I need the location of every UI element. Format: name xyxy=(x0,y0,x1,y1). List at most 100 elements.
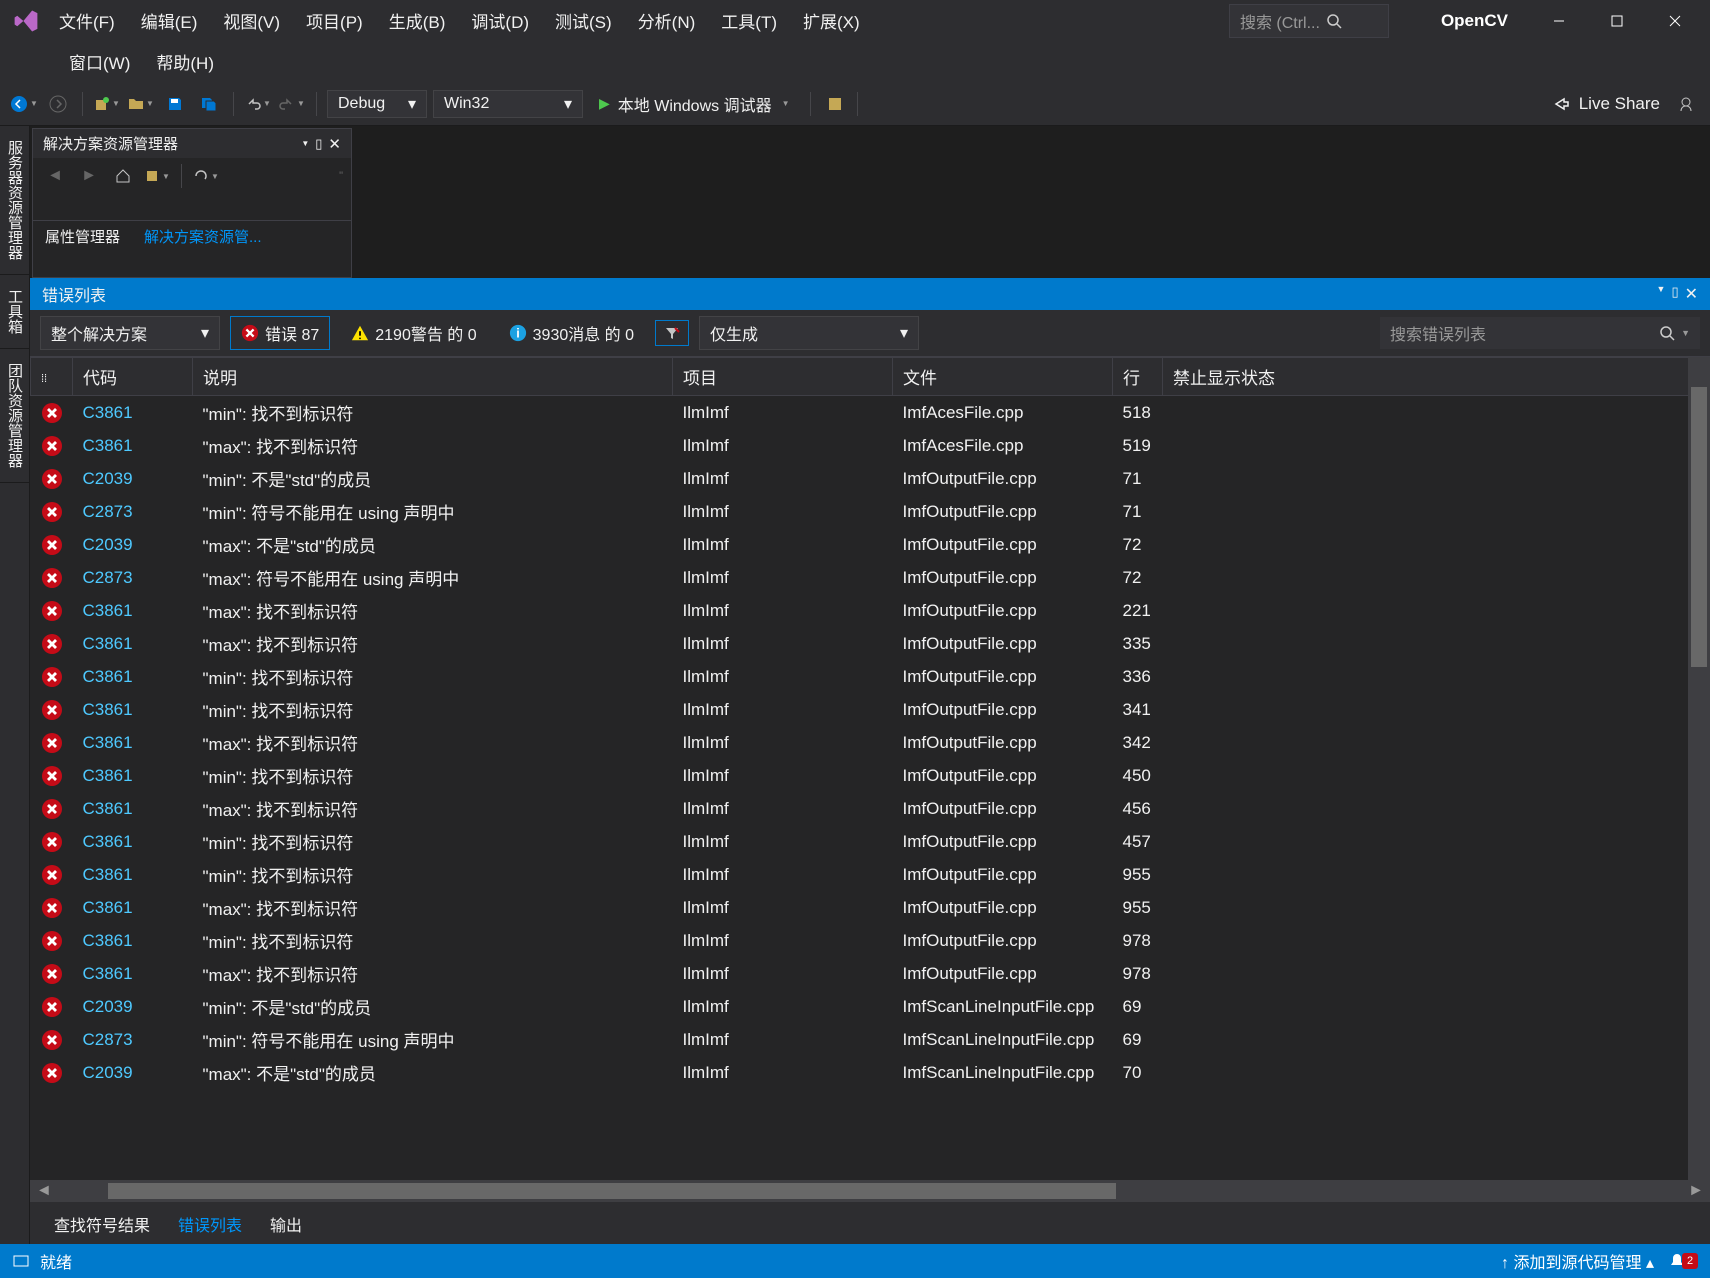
open-file-button[interactable]: ▼ xyxy=(127,90,155,118)
tab-error-list[interactable]: 错误列表 xyxy=(164,1206,256,1244)
error-code[interactable]: C3861 xyxy=(73,891,193,924)
se-forward-button[interactable]: ► xyxy=(75,162,103,190)
start-debugging-button[interactable]: ▶ 本地 Windows 调试器 ▼ xyxy=(589,89,800,119)
error-row[interactable]: C3861"min": 找不到标识符IlmImfImfOutputFile.cp… xyxy=(31,660,1710,693)
configuration-dropdown[interactable]: Debug▾ xyxy=(327,90,427,118)
horizontal-scrollbar[interactable]: ◄ ► xyxy=(30,1180,1710,1202)
menu-item[interactable]: 视图(V) xyxy=(210,2,293,39)
error-row[interactable]: C3861"max": 找不到标识符IlmImfImfOutputFile.cp… xyxy=(31,594,1710,627)
dropdown-icon[interactable]: ▼ xyxy=(1657,284,1666,304)
error-row[interactable]: C2873"min": 符号不能用在 using 声明中IlmImfImfOut… xyxy=(31,495,1710,528)
error-row[interactable]: C3861"min": 找不到标识符IlmImfImfOutputFile.cp… xyxy=(31,858,1710,891)
messages-filter-button[interactable]: i 3930消息 的 0 xyxy=(498,316,645,350)
errors-filter-button[interactable]: 错误 87 xyxy=(230,316,330,350)
global-search-input[interactable]: 搜索 (Ctrl... xyxy=(1229,4,1389,38)
error-code[interactable]: C2039 xyxy=(73,990,193,1023)
error-row[interactable]: C2873"max": 符号不能用在 using 声明中IlmImfImfOut… xyxy=(31,561,1710,594)
close-button[interactable] xyxy=(1646,3,1704,39)
error-row[interactable]: C3861"min": 找不到标识符IlmImfImfOutputFile.cp… xyxy=(31,759,1710,792)
error-code[interactable]: C3861 xyxy=(73,726,193,759)
close-icon[interactable]: ✕ xyxy=(328,135,341,153)
error-code[interactable]: C3861 xyxy=(73,429,193,462)
tab-solution-explorer[interactable]: 解决方案资源管... xyxy=(132,221,274,252)
save-button[interactable] xyxy=(161,90,189,118)
platform-dropdown[interactable]: Win32▾ xyxy=(433,90,583,118)
menu-item[interactable]: 项目(P) xyxy=(293,2,376,39)
col-code[interactable]: 代码 xyxy=(73,358,193,396)
error-row[interactable]: C2039"min": 不是"std"的成员IlmImfImfOutputFil… xyxy=(31,462,1710,495)
error-code[interactable]: C3861 xyxy=(73,957,193,990)
error-code[interactable]: C3861 xyxy=(73,396,193,430)
menu-item[interactable]: 编辑(E) xyxy=(128,2,211,39)
toolbox-button[interactable] xyxy=(821,90,849,118)
menu-item[interactable]: 测试(S) xyxy=(542,2,625,39)
close-icon[interactable]: ✕ xyxy=(1685,284,1698,304)
menu-item[interactable]: 工具(T) xyxy=(708,2,790,39)
maximize-button[interactable] xyxy=(1588,3,1646,39)
error-code[interactable]: C2873 xyxy=(73,495,193,528)
error-row[interactable]: C3861"min": 找不到标识符IlmImfImfOutputFile.cp… xyxy=(31,693,1710,726)
error-code[interactable]: C2873 xyxy=(73,561,193,594)
error-row[interactable]: C2873"min": 符号不能用在 using 声明中IlmImfImfSca… xyxy=(31,1023,1710,1056)
error-code[interactable]: C3861 xyxy=(73,660,193,693)
error-code[interactable]: C3861 xyxy=(73,792,193,825)
menu-item[interactable]: 调试(D) xyxy=(458,2,542,39)
error-code[interactable]: C3861 xyxy=(73,759,193,792)
error-row[interactable]: C2039"max": 不是"std"的成员IlmImfImfScanLineI… xyxy=(31,1056,1710,1089)
sidebar-tab[interactable]: 团队资源管理器 xyxy=(0,349,29,483)
solution-explorer-header[interactable]: 解决方案资源管理器 ▼ ▯ ✕ xyxy=(33,129,351,158)
col-line[interactable]: 行 xyxy=(1113,358,1163,396)
se-sync-button[interactable]: ▼ xyxy=(143,162,171,190)
error-row[interactable]: C3861"min": 找不到标识符IlmImfImfAcesFile.cpp5… xyxy=(31,396,1710,430)
new-project-button[interactable]: ▼ xyxy=(93,90,121,118)
error-code[interactable]: C3861 xyxy=(73,627,193,660)
undo-button[interactable]: ▼ xyxy=(244,90,272,118)
error-code[interactable]: C3861 xyxy=(73,858,193,891)
error-code[interactable]: C2039 xyxy=(73,462,193,495)
error-row[interactable]: C2039"max": 不是"std"的成员IlmImfImfOutputFil… xyxy=(31,528,1710,561)
build-intellisense-dropdown[interactable]: 仅生成 ▾ xyxy=(699,316,919,350)
se-back-button[interactable]: ◄ xyxy=(41,162,69,190)
filter-funnel-button[interactable] xyxy=(655,320,689,346)
tab-find-symbols[interactable]: 查找符号结果 xyxy=(40,1206,164,1244)
menu-item[interactable]: 文件(F) xyxy=(46,2,128,39)
save-all-button[interactable] xyxy=(195,90,223,118)
col-file[interactable]: 文件 xyxy=(893,358,1113,396)
se-home-button[interactable] xyxy=(109,162,137,190)
scope-dropdown[interactable]: 整个解决方案 ▾ xyxy=(40,316,220,350)
error-code[interactable]: C2039 xyxy=(73,1056,193,1089)
error-code[interactable]: C3861 xyxy=(73,693,193,726)
se-refresh-button[interactable]: ▼ xyxy=(192,162,220,190)
tab-property-manager[interactable]: 属性管理器 xyxy=(33,221,132,252)
feedback-button[interactable] xyxy=(1672,90,1700,118)
nav-forward-button[interactable] xyxy=(44,90,72,118)
error-list-header[interactable]: 错误列表 ▼ ▯ ✕ xyxy=(30,278,1710,310)
tab-output[interactable]: 输出 xyxy=(256,1206,316,1244)
sidebar-tab[interactable]: 工具箱 xyxy=(0,275,29,349)
col-description[interactable]: 说明 xyxy=(193,358,673,396)
minimize-button[interactable] xyxy=(1530,3,1588,39)
error-row[interactable]: C3861"max": 找不到标识符IlmImfImfOutputFile.cp… xyxy=(31,627,1710,660)
nav-back-button[interactable]: ▼ xyxy=(10,90,38,118)
col-project[interactable]: 项目 xyxy=(673,358,893,396)
error-row[interactable]: C3861"max": 找不到标识符IlmImfImfOutputFile.cp… xyxy=(31,891,1710,924)
error-row[interactable]: C3861"max": 找不到标识符IlmImfImfOutputFile.cp… xyxy=(31,792,1710,825)
menu-item[interactable]: 帮助(H) xyxy=(143,43,227,80)
sidebar-tab[interactable]: 服务器资源管理器 xyxy=(0,126,29,275)
menu-item[interactable]: 窗口(W) xyxy=(56,43,143,80)
error-code[interactable]: C2039 xyxy=(73,528,193,561)
error-code[interactable]: C3861 xyxy=(73,594,193,627)
col-icon[interactable]: ⁞⁞ xyxy=(31,358,73,396)
error-row[interactable]: C3861"min": 找不到标识符IlmImfImfOutputFile.cp… xyxy=(31,924,1710,957)
redo-button[interactable]: ▼ xyxy=(278,90,306,118)
error-code[interactable]: C2873 xyxy=(73,1023,193,1056)
pin-icon[interactable]: ▯ xyxy=(1671,284,1678,304)
menu-item[interactable]: 分析(N) xyxy=(625,2,709,39)
error-row[interactable]: C3861"max": 找不到标识符IlmImfImfAcesFile.cpp5… xyxy=(31,429,1710,462)
menu-item[interactable]: 扩展(X) xyxy=(790,2,873,39)
notifications-button[interactable]: 2 xyxy=(1668,1252,1698,1270)
error-code[interactable]: C3861 xyxy=(73,825,193,858)
warnings-filter-button[interactable]: 2190警告 的 0 xyxy=(340,316,487,350)
error-code[interactable]: C3861 xyxy=(73,924,193,957)
live-share-button[interactable]: Live Share xyxy=(1553,94,1660,114)
